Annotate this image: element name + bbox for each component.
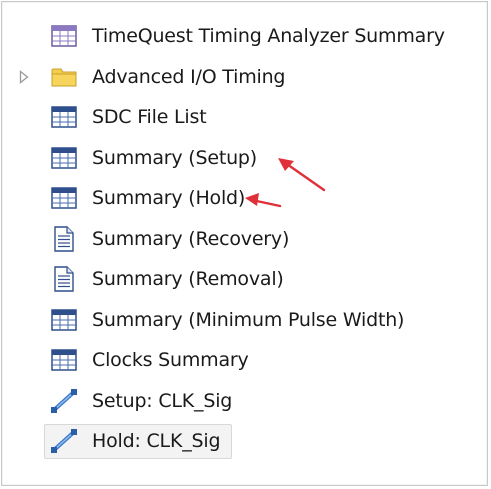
table-icon: [50, 145, 78, 171]
tree-item-summary-minimum-pulse-width[interactable]: Summary (Minimum Pulse Width): [2, 300, 489, 341]
tree-item-label: Summary (Setup): [92, 146, 257, 169]
tree-item-label: Summary (Removal): [92, 268, 284, 291]
timing-path-icon: [50, 428, 78, 454]
tree-item-label: Clocks Summary: [92, 349, 249, 372]
tree-item-timequest-summary[interactable]: TimeQuest Timing Analyzer Summary: [2, 16, 489, 57]
tree-item-summary-hold[interactable]: Summary (Hold): [2, 178, 489, 219]
report-panel: TimeQuest Timing Analyzer Summary Advanc…: [1, 1, 488, 486]
tree-item-label: TimeQuest Timing Analyzer Summary: [92, 25, 445, 48]
document-icon: [50, 266, 78, 292]
tree-item-label: Hold: CLK_Sig: [92, 430, 221, 453]
expand-triangle-icon[interactable]: [18, 69, 30, 84]
tree-item-label: Summary (Minimum Pulse Width): [92, 308, 405, 331]
tree-item-summary-setup[interactable]: Summary (Setup): [2, 138, 489, 179]
folder-icon: [50, 64, 78, 90]
tree-item-label: Summary (Recovery): [92, 227, 290, 250]
tree-item-setup-clk-sig[interactable]: Setup: CLK_Sig: [2, 381, 489, 422]
tree-item-advanced-io-timing[interactable]: Advanced I/O Timing: [2, 57, 489, 98]
tree-item-summary-recovery[interactable]: Summary (Recovery): [2, 219, 489, 260]
tree-item-summary-removal[interactable]: Summary (Removal): [2, 259, 489, 300]
timing-path-icon: [50, 388, 78, 414]
table-icon: [50, 185, 78, 211]
table-icon: [50, 104, 78, 130]
tree-item-clocks-summary[interactable]: Clocks Summary: [2, 340, 489, 381]
tree-item-label: Setup: CLK_Sig: [92, 389, 233, 412]
report-tree: TimeQuest Timing Analyzer Summary Advanc…: [2, 16, 489, 462]
table-icon: [50, 307, 78, 333]
tree-item-sdc-file-list[interactable]: SDC File List: [2, 97, 489, 138]
tree-item-label: Advanced I/O Timing: [92, 65, 286, 88]
document-icon: [50, 226, 78, 252]
tree-item-label: Summary (Hold): [92, 187, 246, 210]
table-icon: [50, 23, 78, 49]
table-icon: [50, 347, 78, 373]
tree-item-label: SDC File List: [92, 106, 207, 129]
tree-item-hold-clk-sig[interactable]: Hold: CLK_Sig: [2, 421, 489, 462]
